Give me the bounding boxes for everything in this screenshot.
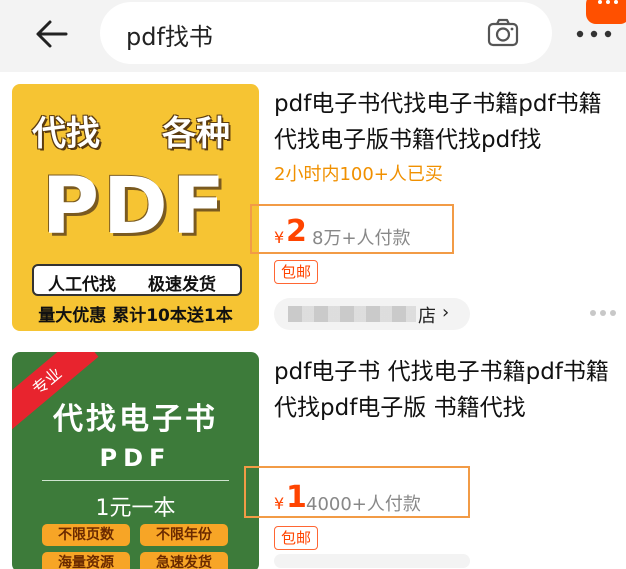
- thumb-price-text: 1元一本: [95, 496, 176, 521]
- thumb-tag: 海量资源: [42, 552, 130, 569]
- divider: [42, 480, 229, 481]
- thumb-big-text: PDF: [41, 162, 230, 252]
- more-options-icon[interactable]: [574, 26, 614, 40]
- thumb-bottom-text: 量大优惠 累计10本送1本: [38, 306, 233, 326]
- free-shipping-tag: 包邮: [274, 526, 318, 550]
- product-image[interactable]: 代找 各种 PDF 人工代找 极速发货 量大优惠 累计10本送1本: [12, 84, 259, 331]
- chevron-right-icon: ›: [442, 302, 450, 323]
- shop-suffix: 店: [418, 306, 436, 327]
- shop-link[interactable]: 店 ›: [274, 298, 470, 330]
- thumb-big-text: PDF: [99, 444, 172, 472]
- currency-symbol: ¥: [274, 494, 285, 513]
- paid-count: 8万+人付款: [312, 228, 411, 249]
- product-card[interactable]: 代找 各种 PDF 人工代找 极速发货 量大优惠 累计10本送1本 pdf电子书…: [0, 72, 626, 348]
- thumb-bar-left: 人工代找: [48, 275, 116, 295]
- thumb-bar-right: 极速发货: [148, 275, 216, 295]
- thumb-tag: 不限页数: [42, 524, 130, 546]
- back-arrow-icon[interactable]: [30, 16, 70, 52]
- product-image[interactable]: 专业 代找电子书 PDF 1元一本 不限页数 不限年份 海量资源 急速发货: [12, 352, 259, 569]
- message-badge[interactable]: [586, 0, 626, 24]
- thumb-tag: 不限年份: [140, 524, 228, 546]
- price-value: 1: [286, 480, 307, 515]
- search-results-page: pdf找书 代找 各种 PDF 人工代找 极速发货 量大优惠 累计10本送1本 …: [0, 0, 626, 569]
- search-input[interactable]: pdf找书: [100, 2, 552, 64]
- camera-icon[interactable]: [486, 16, 520, 50]
- shop-name-blurred: [288, 306, 416, 322]
- thumb-bar: 人工代找 极速发货: [32, 264, 242, 296]
- product-title[interactable]: pdf电子书代找电子书籍pdf书籍代找电子版书籍代找pdf找: [274, 86, 618, 158]
- thumb-text: 代找: [32, 114, 100, 154]
- thumb-title: 代找电子书: [53, 402, 218, 437]
- thumb-tag: 急速发货: [140, 552, 228, 569]
- search-query-text: pdf找书: [126, 23, 213, 51]
- sales-note: 2小时内100+人已买: [274, 164, 443, 185]
- thumb-text: 各种: [162, 114, 230, 154]
- shop-link[interactable]: [274, 554, 470, 568]
- more-options-icon[interactable]: [590, 310, 616, 318]
- currency-symbol: ¥: [274, 228, 285, 247]
- product-title[interactable]: pdf电子书 代找电子书籍pdf书籍代找pdf电子版 书籍代找: [274, 354, 618, 426]
- product-card[interactable]: 专业 代找电子书 PDF 1元一本 不限页数 不限年份 海量资源 急速发货 pd…: [0, 348, 626, 569]
- paid-count: 4000+人付款: [306, 494, 421, 515]
- search-header: pdf找书: [0, 0, 626, 72]
- price-value: 2: [286, 214, 307, 249]
- free-shipping-tag: 包邮: [274, 260, 318, 284]
